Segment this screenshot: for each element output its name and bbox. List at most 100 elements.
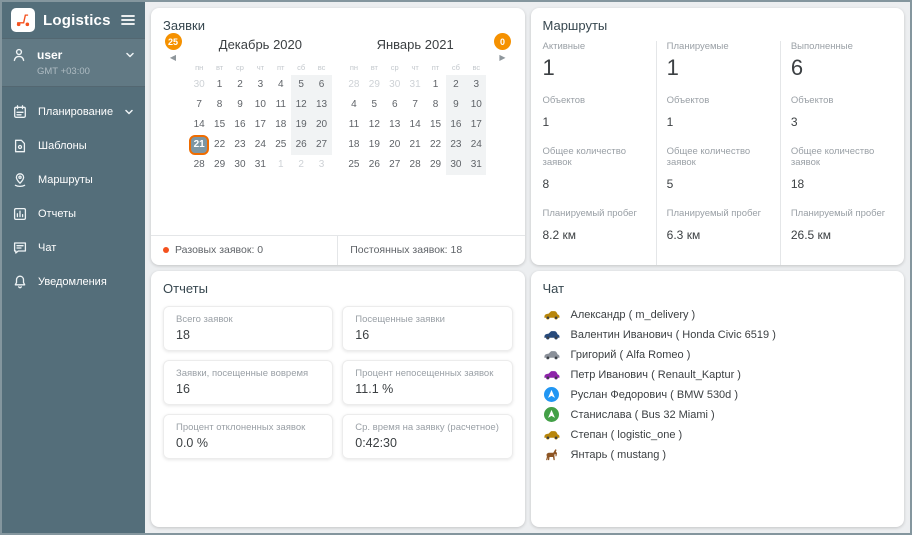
sidebar-item-planning[interactable]: Планирование	[2, 95, 145, 129]
calendar-day[interactable]: 3	[311, 155, 331, 175]
calendar-day[interactable]: 27	[311, 135, 332, 155]
calendar-day[interactable]: 13	[385, 115, 405, 135]
calendar-day[interactable]: 16	[445, 115, 467, 135]
route-stat-label: Объектов	[790, 95, 834, 106]
calendar-day[interactable]: 21	[405, 135, 425, 155]
calendar-day[interactable]: 28	[344, 75, 364, 95]
calendar-day[interactable]: 1	[425, 75, 445, 95]
calendar-day[interactable]: 14	[189, 115, 209, 135]
calendar-day[interactable]: 10	[250, 95, 270, 115]
chat-contact-row[interactable]: Петр Иванович ( Renault_Kaptur )	[543, 365, 893, 385]
sidebar-item-templates[interactable]: Шаблоны	[2, 129, 145, 163]
chat-contact-row[interactable]: Станислава ( Bus 32 Miami )	[543, 405, 893, 425]
calendar-day[interactable]: 2	[291, 155, 311, 175]
calendar-month-title: Январь 2021	[376, 37, 454, 52]
calendar-day[interactable]: 15	[425, 115, 445, 135]
calendar-day[interactable]: 1	[209, 75, 229, 95]
calendar-day[interactable]: 30	[445, 155, 467, 175]
hamburger-icon[interactable]	[119, 11, 137, 29]
calendar-weekday-label: пт	[277, 63, 285, 72]
calendar-day[interactable]: 3	[466, 75, 487, 95]
calendar-day[interactable]: 28	[405, 155, 425, 175]
calendar-day[interactable]: 6	[385, 95, 405, 115]
calendar-day[interactable]: 4	[344, 95, 364, 115]
calendar-day[interactable]: 31	[466, 155, 487, 175]
calendar-day[interactable]: 14	[405, 115, 425, 135]
calendar-day[interactable]: 11	[344, 115, 364, 135]
calendar-day[interactable]: 31	[250, 155, 270, 175]
calendar-day[interactable]: 23	[230, 135, 250, 155]
chat-contact-row[interactable]: Григорий ( Alfa Romeo )	[543, 345, 893, 365]
route-stat-value: 26.5 км	[790, 228, 832, 242]
chat-contact-row[interactable]: Янтарь ( mustang )	[543, 445, 893, 465]
next-month-badge[interactable]: 0	[494, 33, 511, 50]
calendar-day[interactable]: 25	[344, 155, 364, 175]
calendar-day[interactable]: 20	[385, 135, 405, 155]
calendar-day[interactable]: 7	[189, 95, 209, 115]
calendar-day[interactable]: 28	[189, 155, 209, 175]
chat-contact-row[interactable]: Руслан Федорович ( BMW 530d )	[543, 385, 893, 405]
calendar-day[interactable]: 22	[425, 135, 445, 155]
calendar-day[interactable]: 29	[209, 155, 229, 175]
nav-arrow-icon	[543, 387, 561, 402]
calendar-day[interactable]: 12	[364, 115, 384, 135]
prev-month-arrow-icon[interactable]: ◀	[170, 53, 176, 63]
calendar-day[interactable]: 27	[385, 155, 405, 175]
next-month-arrow-icon[interactable]: ▶	[499, 53, 505, 63]
calendar-day[interactable]: 4	[271, 75, 291, 95]
route-stat-label: Общее количество заявок	[790, 146, 875, 168]
calendar-day[interactable]: 30	[230, 155, 250, 175]
calendar-day[interactable]: 24	[466, 135, 487, 155]
calendar-day[interactable]: 18	[344, 135, 364, 155]
sidebar-item-notifications[interactable]: Уведомления	[2, 265, 145, 299]
calendar-day[interactable]: 26	[364, 155, 384, 175]
calendar-day[interactable]: 30	[189, 75, 209, 95]
calendar-day[interactable]: 18	[271, 115, 291, 135]
calendar-day[interactable]: 12	[290, 95, 312, 115]
calendar-day[interactable]: 13	[311, 95, 332, 115]
prev-month-badge[interactable]: 25	[164, 33, 182, 50]
calendar-day[interactable]: 5	[364, 95, 384, 115]
calendar-day[interactable]: 22	[209, 135, 229, 155]
report-card: Процент отклоненных заявок 0.0 %	[163, 413, 334, 459]
calendar-day-selected[interactable]: 21	[189, 135, 210, 155]
chat-contact-row[interactable]: Валентин Иванович ( Honda Civic 6519 )	[543, 325, 893, 345]
calendar-day[interactable]: 11	[271, 95, 291, 115]
calendar-day[interactable]: 8	[425, 95, 445, 115]
chat-contact-row[interactable]: Александр ( m_delivery )	[543, 305, 893, 325]
calendar-day[interactable]: 2	[230, 75, 250, 95]
calendar-day[interactable]: 25	[271, 135, 291, 155]
calendar-day[interactable]: 29	[364, 75, 384, 95]
sidebar-item-chat[interactable]: Чат	[2, 231, 145, 265]
sidebar-item-routes[interactable]: Маршруты	[2, 163, 145, 197]
calendar-day[interactable]: 3	[250, 75, 270, 95]
calendar-day[interactable]: 16	[230, 115, 250, 135]
calendar-day[interactable]: 31	[405, 75, 425, 95]
calendar-day[interactable]: 8	[209, 95, 229, 115]
sidebar-item-reports[interactable]: Отчеты	[2, 197, 145, 231]
calendar-weekday-label: пн	[349, 63, 359, 72]
calendar-day[interactable]: 17	[466, 115, 487, 135]
calendar-day[interactable]: 24	[250, 135, 270, 155]
calendar-day[interactable]: 10	[466, 95, 487, 115]
calendar-day[interactable]: 20	[311, 115, 332, 135]
calendar-day[interactable]: 17	[250, 115, 270, 135]
calendar-day[interactable]: 19	[290, 115, 312, 135]
chat-panel-title: Чат	[542, 280, 565, 296]
calendar-day[interactable]: 6	[311, 75, 332, 95]
calendar-day[interactable]: 5	[290, 75, 312, 95]
calendar-day[interactable]: 26	[290, 135, 312, 155]
calendar-day[interactable]: 29	[425, 155, 445, 175]
calendar-day[interactable]: 9	[445, 95, 467, 115]
calendar-day[interactable]: 9	[230, 95, 250, 115]
user-timezone: GMT +03:00	[37, 66, 90, 77]
calendar-day[interactable]: 1	[271, 155, 291, 175]
calendar-day[interactable]: 30	[385, 75, 405, 95]
calendar-day[interactable]: 2	[445, 75, 467, 95]
chat-contact-row[interactable]: Степан ( logistic_one )	[543, 425, 893, 445]
calendar-day[interactable]: 7	[405, 95, 425, 115]
calendar-day[interactable]: 19	[364, 135, 384, 155]
calendar-day[interactable]: 15	[209, 115, 229, 135]
user-section[interactable]: user GMT +03:00	[2, 38, 145, 87]
calendar-day[interactable]: 23	[445, 135, 467, 155]
